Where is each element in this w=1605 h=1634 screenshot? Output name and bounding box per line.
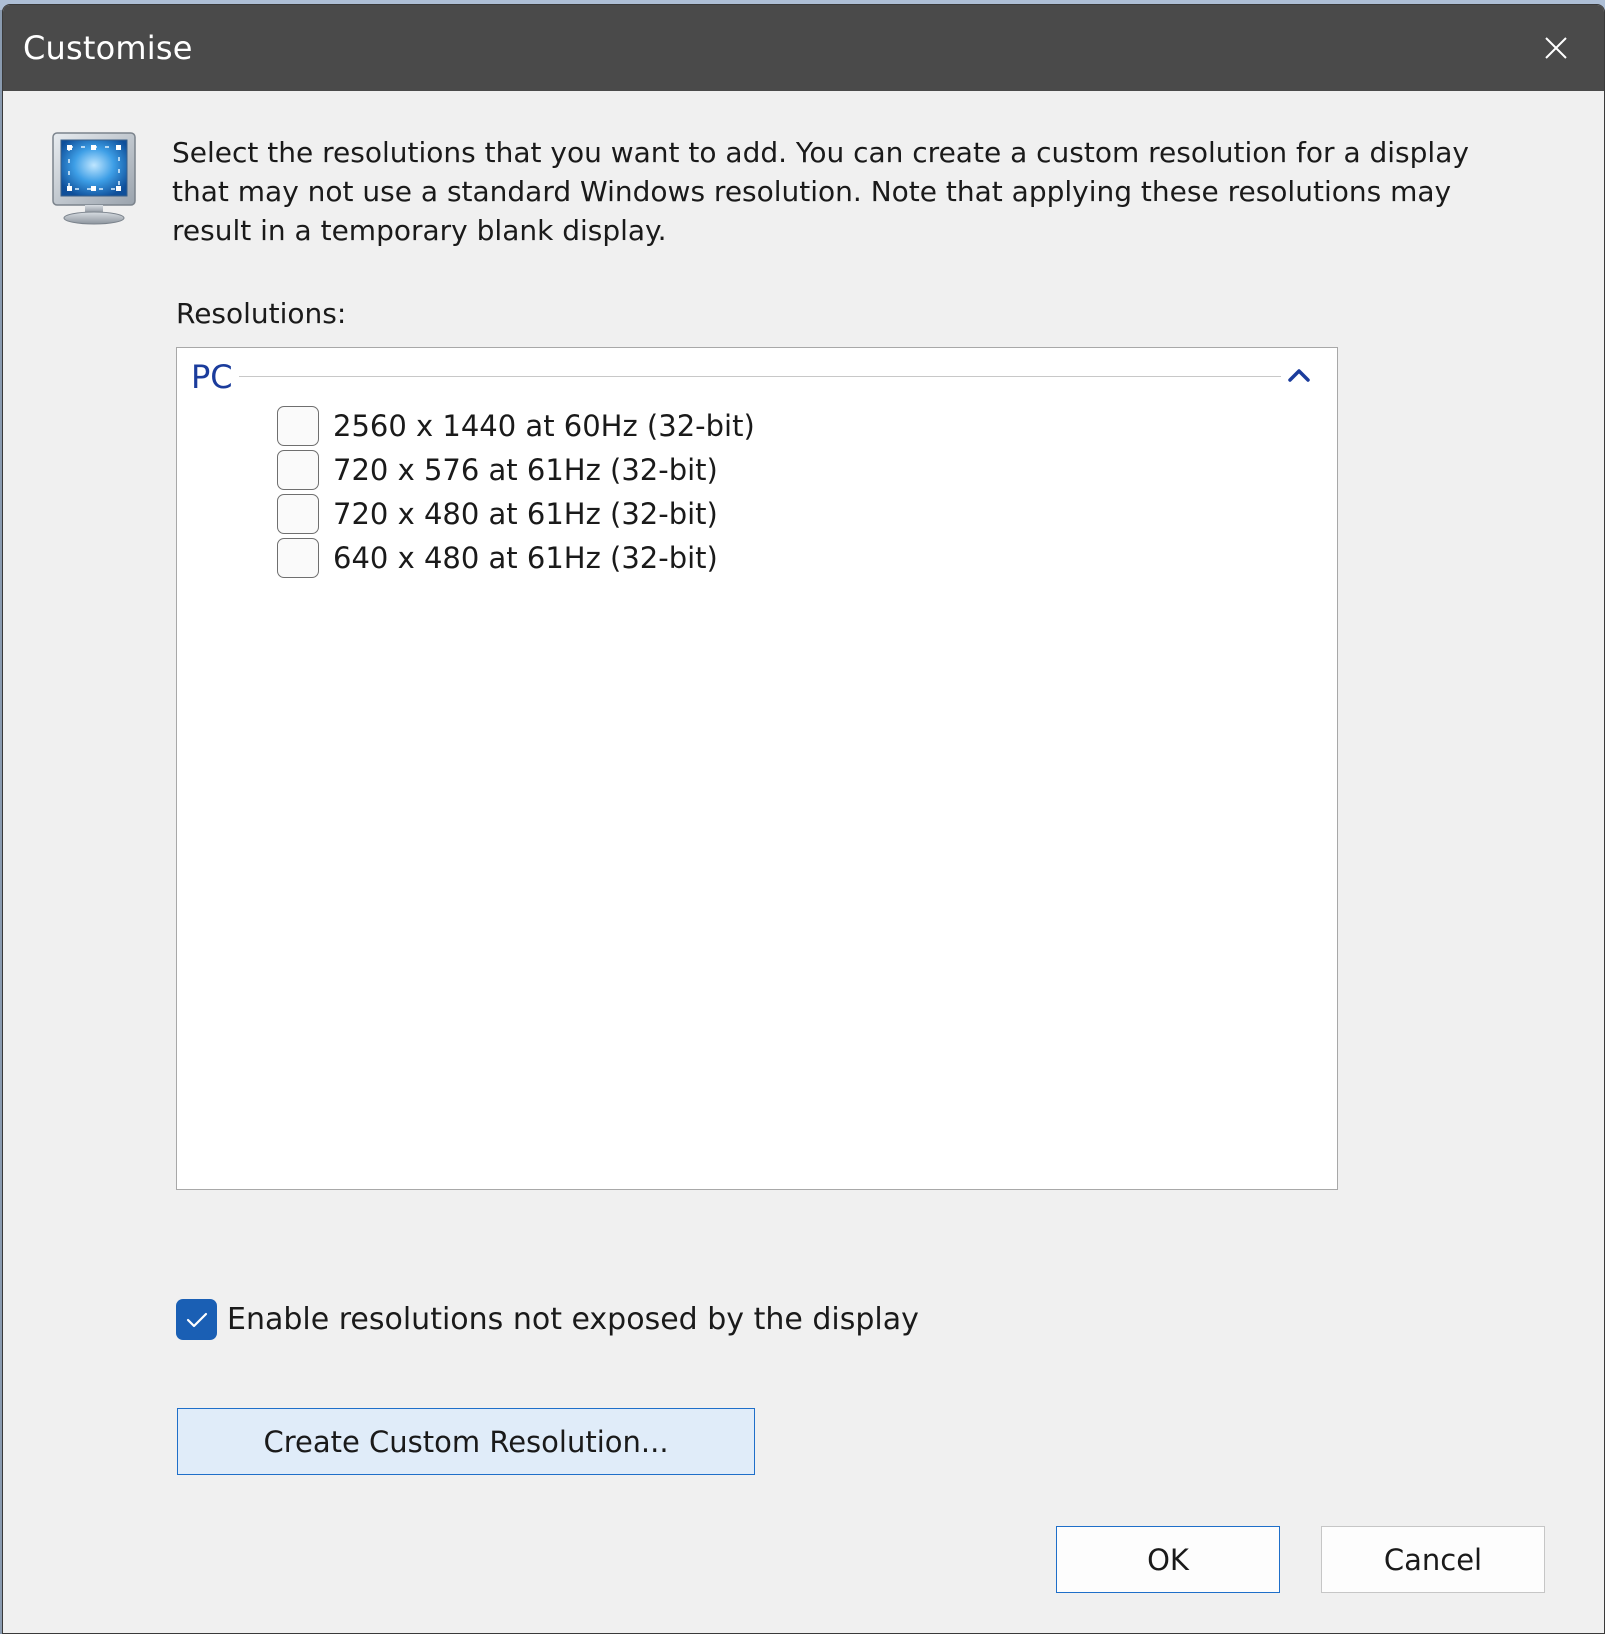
customise-dialog: Customise Select the resolutions that yo…	[2, 4, 1605, 1634]
resolution-checkbox[interactable]	[277, 406, 319, 446]
checkmark-icon	[186, 1312, 207, 1327]
collapse-group-button[interactable]	[1283, 362, 1315, 388]
resolution-checkbox[interactable]	[277, 538, 319, 578]
enable-unexposed-resolutions-option[interactable]: Enable resolutions not exposed by the di…	[176, 1299, 919, 1340]
group-header-pc: PC	[191, 358, 233, 396]
resolution-checkbox[interactable]	[277, 450, 319, 490]
resolution-checkbox[interactable]	[277, 494, 319, 534]
resolution-item[interactable]: 2560 x 1440 at 60Hz (32-bit)	[277, 404, 755, 448]
enable-unexposed-label: Enable resolutions not exposed by the di…	[227, 1302, 919, 1337]
cancel-button[interactable]: Cancel	[1321, 1526, 1545, 1593]
close-button[interactable]	[1508, 5, 1604, 91]
resolution-label: 2560 x 1440 at 60Hz (32-bit)	[333, 409, 755, 443]
ok-button[interactable]: OK	[1056, 1526, 1280, 1593]
resolution-label: 720 x 480 at 61Hz (32-bit)	[333, 497, 718, 531]
resolution-item[interactable]: 640 x 480 at 61Hz (32-bit)	[277, 536, 755, 580]
resolutions-listbox[interactable]: PC 2560 x 1440 at 60Hz (32-bit) 720 x 57…	[176, 347, 1338, 1190]
resolution-item[interactable]: 720 x 576 at 61Hz (32-bit)	[277, 448, 755, 492]
dialog-description: Select the resolutions that you want to …	[172, 136, 1469, 247]
create-custom-resolution-button[interactable]: Create Custom Resolution...	[177, 1408, 755, 1475]
close-icon	[1545, 37, 1567, 59]
chevron-up-icon	[1288, 369, 1310, 382]
resolution-label: 720 x 576 at 61Hz (32-bit)	[333, 453, 718, 487]
title-bar: Customise	[3, 5, 1604, 91]
group-divider	[239, 376, 1281, 377]
monitor-icon	[49, 131, 139, 227]
enable-unexposed-checkbox[interactable]	[176, 1299, 217, 1340]
resolution-item[interactable]: 720 x 480 at 61Hz (32-bit)	[277, 492, 755, 536]
resolution-label: 640 x 480 at 61Hz (32-bit)	[333, 541, 718, 575]
resolutions-label: Resolutions:	[176, 297, 347, 330]
resolution-list: 2560 x 1440 at 60Hz (32-bit) 720 x 576 a…	[277, 404, 755, 580]
dialog-title: Customise	[23, 29, 193, 67]
